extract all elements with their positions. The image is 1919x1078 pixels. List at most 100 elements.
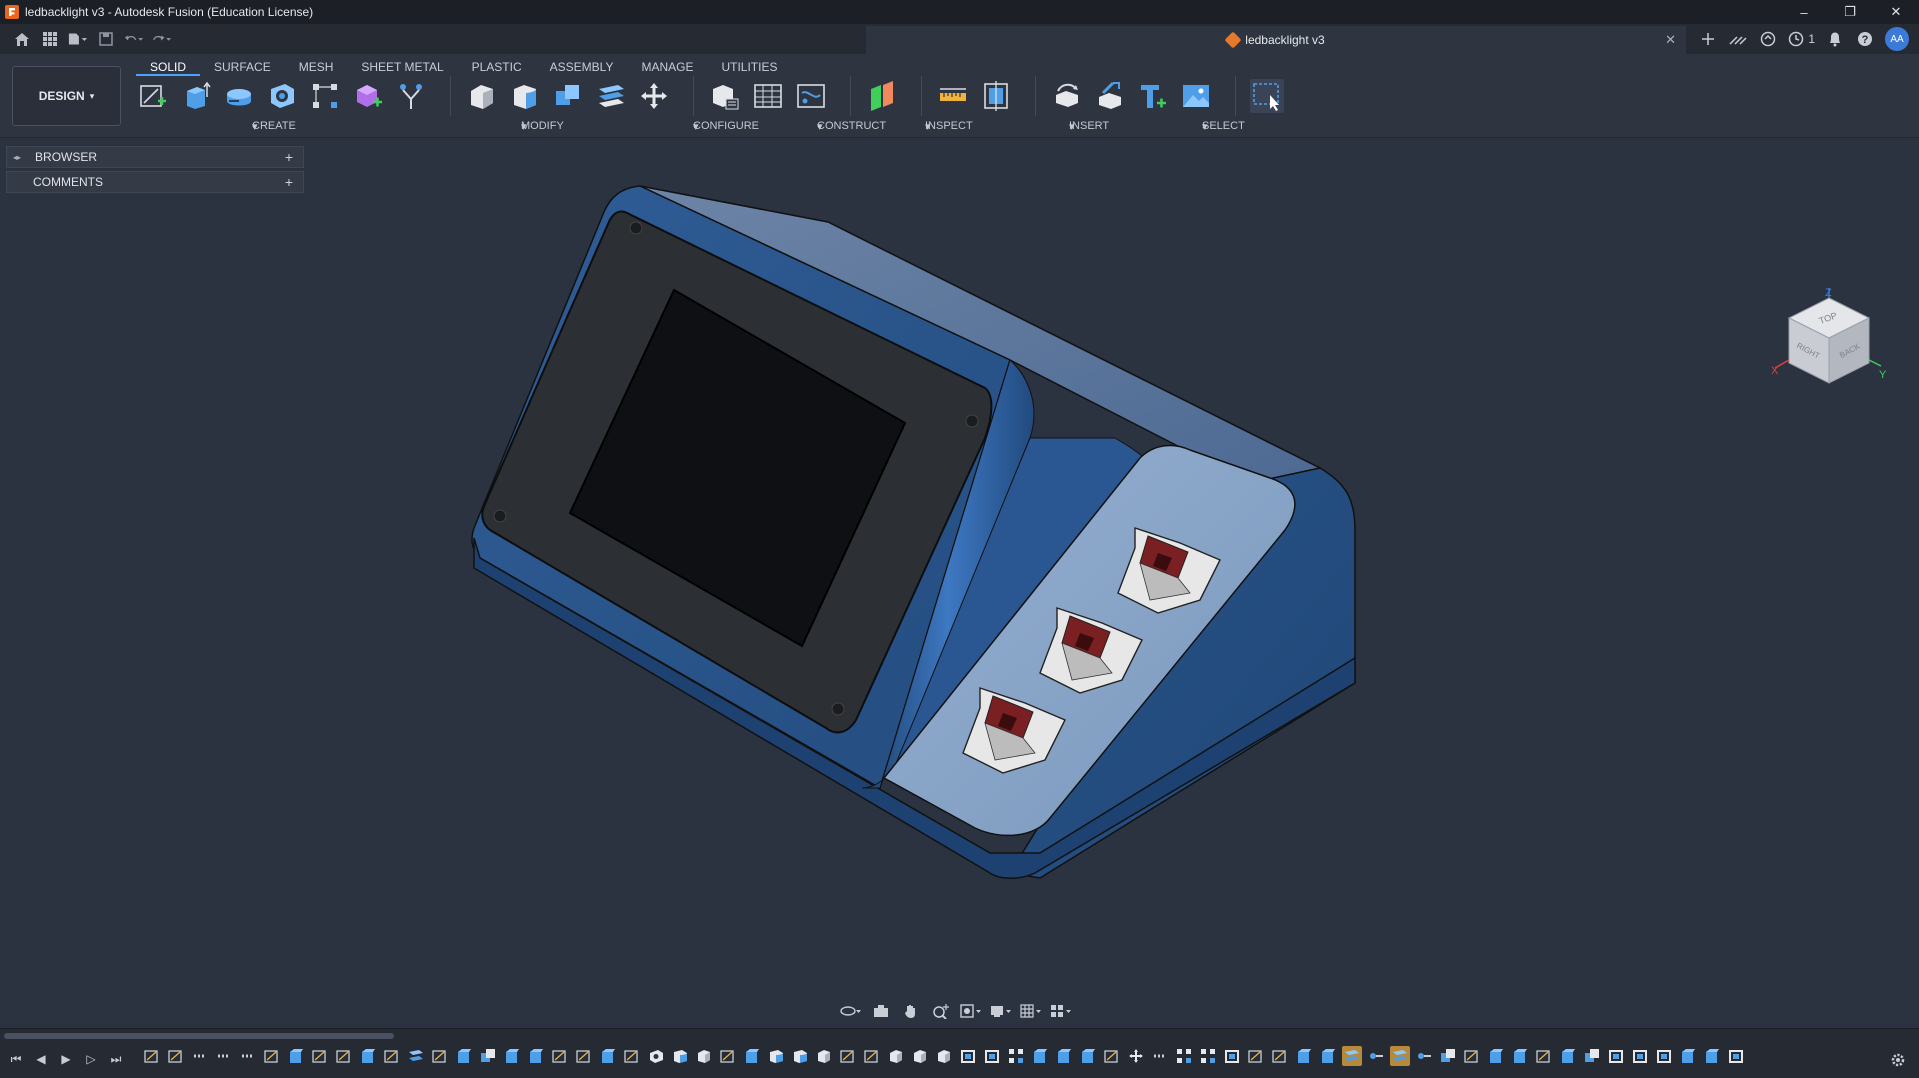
configuration-rules-icon[interactable] bbox=[794, 79, 828, 113]
display-settings-icon[interactable] bbox=[990, 1002, 1012, 1020]
3d-viewport[interactable]: TOP RIGHT BACK X Y Z bbox=[0, 138, 1919, 1028]
insert-mcmaster-icon[interactable] bbox=[1093, 79, 1127, 113]
timeline-sketch-icon[interactable] bbox=[262, 1046, 282, 1066]
extrude-icon[interactable] bbox=[179, 79, 213, 113]
zoom-icon[interactable] bbox=[930, 1002, 952, 1020]
create-sketch-icon[interactable] bbox=[136, 79, 170, 113]
timeline-sketch-icon[interactable] bbox=[334, 1046, 354, 1066]
timeline-sketch-icon[interactable] bbox=[142, 1046, 162, 1066]
timeline-sketch-icon[interactable] bbox=[166, 1046, 186, 1066]
tab-plastic[interactable]: PLASTIC bbox=[458, 58, 536, 76]
close-document-icon[interactable]: ✕ bbox=[1665, 32, 1676, 48]
go-to-start-icon[interactable]: ⏮ bbox=[8, 1051, 24, 1067]
timeline-press-pull-icon[interactable] bbox=[910, 1046, 930, 1066]
configure-parameters-icon[interactable] bbox=[708, 79, 742, 113]
step-back-icon[interactable]: ◀ bbox=[33, 1051, 49, 1067]
timeline-extrude-icon[interactable] bbox=[1078, 1046, 1098, 1066]
browser-expand-icon[interactable]: + bbox=[285, 149, 293, 165]
select-menu-label[interactable]: SELECT ▾ bbox=[1202, 120, 1245, 133]
new-tab-plus-icon[interactable] bbox=[1698, 29, 1718, 49]
timeline-sketch-icon[interactable] bbox=[838, 1046, 858, 1066]
modify-menu-label[interactable]: MODIFY ▾ bbox=[521, 120, 564, 133]
collapse-panel-icon[interactable]: ◂▸ bbox=[13, 153, 21, 162]
window-select-icon[interactable] bbox=[1250, 79, 1284, 113]
timeline-combine-icon[interactable] bbox=[478, 1046, 498, 1066]
tab-solid[interactable]: SOLID bbox=[136, 58, 201, 76]
timeline-fillet-icon[interactable] bbox=[766, 1046, 786, 1066]
save-icon[interactable] bbox=[96, 29, 116, 49]
tab-manage[interactable]: MANAGE bbox=[627, 58, 707, 76]
timeline-press-pull-icon[interactable] bbox=[886, 1046, 906, 1066]
orbit-icon[interactable] bbox=[840, 1002, 862, 1020]
timeline-pattern-icon[interactable] bbox=[1006, 1046, 1026, 1066]
timeline-press-pull-icon[interactable] bbox=[814, 1046, 834, 1066]
insert-text-icon[interactable] bbox=[1136, 79, 1170, 113]
timeline-extrude-icon[interactable] bbox=[1678, 1046, 1698, 1066]
timeline-sketch-icon[interactable] bbox=[310, 1046, 330, 1066]
timeline-extrude-icon[interactable] bbox=[502, 1046, 522, 1066]
view-cube[interactable]: TOP RIGHT BACK X Y Z bbox=[1769, 287, 1889, 418]
timeline-sketch-icon[interactable] bbox=[1246, 1046, 1266, 1066]
timeline-sketch-icon[interactable] bbox=[550, 1046, 570, 1066]
tab-mesh[interactable]: MESH bbox=[285, 58, 348, 76]
timeline-extrude-icon[interactable] bbox=[1030, 1046, 1050, 1066]
configuration-table-icon[interactable] bbox=[751, 79, 785, 113]
revolve-icon[interactable] bbox=[222, 79, 256, 113]
comments-header[interactable]: COMMENTS + bbox=[6, 171, 304, 193]
timeline-combine-icon[interactable] bbox=[1438, 1046, 1458, 1066]
look-at-icon[interactable] bbox=[870, 1002, 892, 1020]
press-pull-icon[interactable] bbox=[465, 79, 499, 113]
timeline-move-icon[interactable] bbox=[1126, 1046, 1146, 1066]
step-forward-icon[interactable]: ▷ bbox=[83, 1051, 99, 1067]
create-more-icon[interactable] bbox=[394, 79, 428, 113]
timeline-extrude-icon[interactable] bbox=[1510, 1046, 1530, 1066]
document-tab[interactable]: ledbacklight v3 ✕ bbox=[866, 26, 1686, 54]
timeline-sketch-icon[interactable] bbox=[862, 1046, 882, 1066]
construct-menu-label[interactable]: CONSTRUCT ▾ bbox=[817, 120, 886, 133]
timeline-scrollbar[interactable] bbox=[4, 1033, 394, 1039]
timeline-sketch-icon[interactable] bbox=[622, 1046, 642, 1066]
fit-view-icon[interactable] bbox=[960, 1002, 982, 1020]
hole-icon[interactable] bbox=[265, 79, 299, 113]
data-panel-grid-icon[interactable] bbox=[40, 29, 60, 49]
notification-bell-icon[interactable] bbox=[1825, 29, 1845, 49]
timeline-combine-icon[interactable] bbox=[1582, 1046, 1602, 1066]
timeline-extrude-icon[interactable] bbox=[1486, 1046, 1506, 1066]
timeline-point-icon[interactable] bbox=[238, 1046, 258, 1066]
grid-settings-icon[interactable] bbox=[1020, 1002, 1042, 1020]
timeline-pattern-icon[interactable] bbox=[1174, 1046, 1194, 1066]
timeline-extrude-icon[interactable] bbox=[454, 1046, 474, 1066]
timeline-extrude-icon[interactable] bbox=[742, 1046, 762, 1066]
timeline-hole-icon[interactable] bbox=[646, 1046, 666, 1066]
workspace-switcher-button[interactable]: DESIGN ▾ bbox=[12, 66, 121, 126]
timeline-extrude-icon[interactable] bbox=[1054, 1046, 1074, 1066]
user-avatar[interactable]: AA bbox=[1885, 27, 1909, 51]
clock-icon[interactable]: 1 bbox=[1788, 29, 1815, 49]
model-enclosure[interactable] bbox=[0, 138, 1919, 1028]
comments-expand-icon[interactable]: + bbox=[285, 174, 293, 190]
job-status-icon[interactable] bbox=[1758, 29, 1778, 49]
timeline-sketch-icon[interactable] bbox=[382, 1046, 402, 1066]
offset-face-icon[interactable] bbox=[594, 79, 628, 113]
section-analysis-icon[interactable] bbox=[979, 79, 1013, 113]
timeline-sketch-icon[interactable] bbox=[718, 1046, 738, 1066]
play-icon[interactable]: ▶ bbox=[58, 1051, 74, 1067]
timeline-selected-feature-icon[interactable] bbox=[1342, 1046, 1362, 1066]
undo-icon[interactable] bbox=[124, 29, 144, 49]
timeline-offset-icon[interactable] bbox=[406, 1046, 426, 1066]
inspect-menu-label[interactable]: INSPECT ▾ bbox=[925, 120, 973, 133]
close-window-button[interactable]: ✕ bbox=[1873, 0, 1919, 24]
timeline-joint-icon[interactable] bbox=[1366, 1046, 1386, 1066]
timeline-settings-gear-icon[interactable] bbox=[1889, 1051, 1907, 1069]
timeline-selected-feature-icon[interactable] bbox=[1390, 1046, 1410, 1066]
configure-menu-label[interactable]: CONFIGURE ▾ bbox=[693, 120, 759, 133]
timeline-extrude-icon[interactable] bbox=[1558, 1046, 1578, 1066]
timeline-point-icon[interactable] bbox=[214, 1046, 234, 1066]
go-to-end-icon[interactable]: ⏭ bbox=[108, 1051, 124, 1067]
timeline-shell-icon[interactable] bbox=[1654, 1046, 1674, 1066]
create-form-icon[interactable] bbox=[351, 79, 385, 113]
move-copy-icon[interactable] bbox=[637, 79, 671, 113]
timeline-press-pull-icon[interactable] bbox=[934, 1046, 954, 1066]
insert-canvas-icon[interactable] bbox=[1179, 79, 1213, 113]
timeline-sketch-icon[interactable] bbox=[430, 1046, 450, 1066]
